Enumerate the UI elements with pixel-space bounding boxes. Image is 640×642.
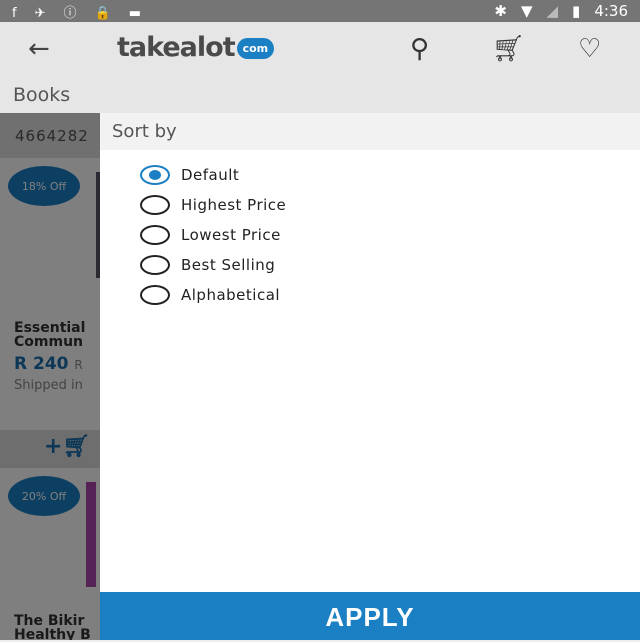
sort-option-default[interactable]: Default [100,160,640,190]
battery-icon: ▮ [572,2,581,20]
sort-option-lowest-price[interactable]: Lowest Price [100,220,640,250]
radio-icon[interactable] [140,225,170,245]
option-label: Best Selling [181,256,276,274]
sort-drawer: Sort by Default Highest Price Lowest Pri… [100,113,640,640]
scrim-overlay[interactable] [0,113,100,640]
radio-selected-icon[interactable] [140,165,170,185]
app-bar: ← takealot com ⚲ 🛒︎ ♡ Books [0,22,640,113]
sort-title: Sort by [100,113,640,150]
logo-text: takealot [117,32,236,63]
option-label: Lowest Price [181,226,281,244]
apply-button[interactable]: APPLY [100,592,640,640]
search-icon[interactable]: ⚲ [410,34,429,64]
android-icon: ▬ [128,5,141,21]
sort-option-best-selling[interactable]: Best Selling [100,250,640,280]
wishlist-heart-icon[interactable]: ♡ [578,34,601,64]
back-arrow-icon[interactable]: ← [28,34,50,64]
radio-icon[interactable] [140,285,170,305]
bluetooth-icon: ✱ [494,2,507,20]
option-label: Highest Price [181,196,287,214]
wifi-icon: ▼ [520,2,533,20]
satellite-icon: ✈ [34,5,46,21]
logo-com: com [236,38,275,59]
radio-icon[interactable] [140,255,170,275]
option-label: Default [181,166,240,184]
takealot-logo: takealot com [117,32,275,63]
signal-icon: ◢ [546,2,559,20]
info-icon: ⓘ [63,5,77,21]
sort-option-alphabetical[interactable]: Alphabetical [100,280,640,310]
lock-icon: 🔒 [94,5,111,21]
sort-option-highest-price[interactable]: Highest Price [100,190,640,220]
clock: 4:36 [594,2,628,20]
option-label: Alphabetical [181,286,281,304]
radio-icon[interactable] [140,195,170,215]
cart-icon[interactable]: 🛒︎ [492,34,525,64]
category-title: Books [13,84,71,106]
facebook-icon: f [12,5,17,21]
status-bar: f ✈ ⓘ 🔒 ▬ ✱ ▼ ◢ ▮ 4:36 [0,0,640,22]
